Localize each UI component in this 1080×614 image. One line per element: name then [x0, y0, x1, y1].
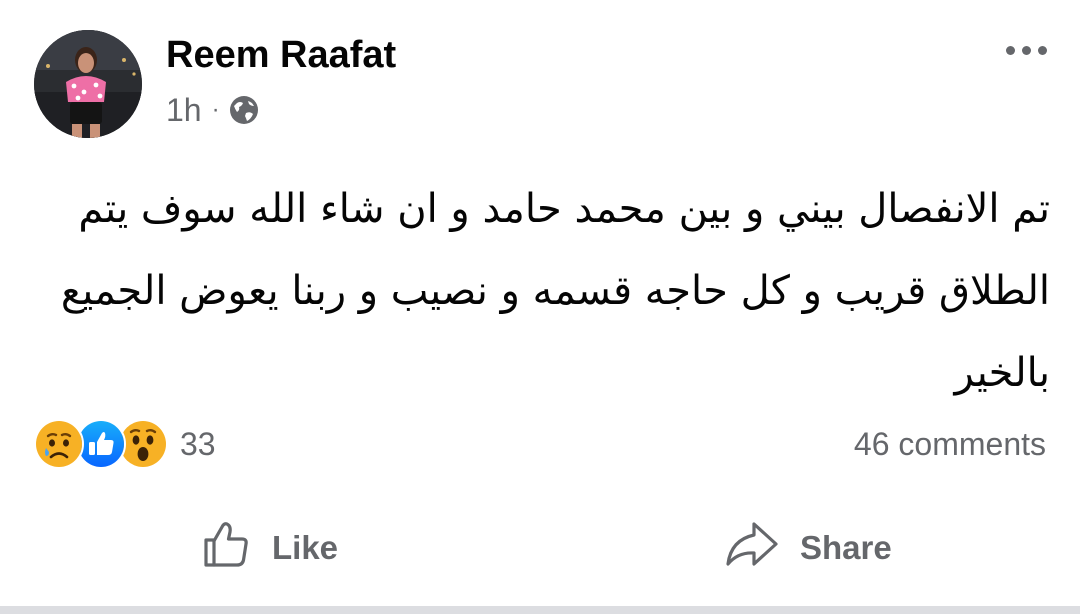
like-button[interactable]: Like	[200, 516, 338, 580]
meta-separator: ·	[211, 96, 220, 123]
post-time[interactable]: 1h	[166, 92, 202, 129]
post-card: Reem Raafat 1h · تم الانفصال بيني و بين …	[0, 0, 1080, 606]
share-arrow-icon	[724, 518, 780, 578]
comments-count[interactable]: 46 comments	[854, 422, 1046, 466]
sad-reaction-icon	[34, 419, 84, 469]
post-text: تم الانفصال بيني و بين محمد حامد و ان شا…	[60, 186, 1050, 396]
more-horizontal-icon	[1005, 45, 1015, 55]
author-name[interactable]: Reem Raafat	[166, 30, 396, 80]
like-label: Like	[272, 529, 339, 566]
feed-divider	[0, 606, 1080, 614]
author-avatar[interactable]	[34, 30, 142, 138]
globe-icon[interactable]	[228, 94, 260, 126]
reactions-summary[interactable]: 33	[34, 419, 216, 469]
more-options-button[interactable]	[996, 32, 1056, 68]
thumbs-up-icon	[200, 518, 252, 578]
post-meta: 1h ·	[166, 90, 260, 130]
share-button[interactable]: Share	[724, 516, 892, 580]
avatar-photo	[34, 30, 142, 138]
share-label: Share	[800, 529, 892, 566]
reaction-count[interactable]: 33	[180, 426, 216, 463]
